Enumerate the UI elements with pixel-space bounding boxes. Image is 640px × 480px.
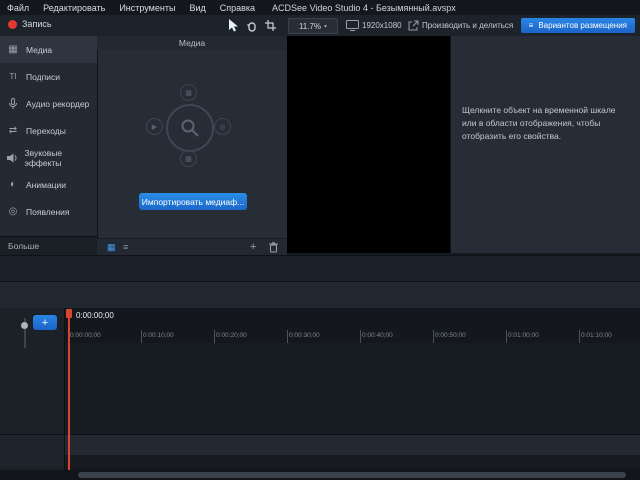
list-view-icon[interactable]: ≡ <box>123 242 128 252</box>
zoom-level-dropdown[interactable]: 11.7% ▾ <box>288 18 338 34</box>
playback-bar: ◀ ◁ ▶ ▷ ↻ 00:00/00:00 <box>0 255 640 281</box>
sidebar-item-audio-recorder[interactable]: Аудио рекордер <box>0 90 97 117</box>
menu-tools[interactable]: Инструменты <box>112 3 182 13</box>
import-media-button[interactable]: Импортировать медиаф... <box>139 193 247 210</box>
sidebar-item-label: Подписи <box>26 72 60 82</box>
track-1-lane[interactable] <box>65 434 640 467</box>
add-media-icon[interactable]: + <box>250 241 256 253</box>
crop-tool-icon[interactable] <box>265 20 276 31</box>
layout-label: Вариантов размещения <box>538 21 627 30</box>
menu-file[interactable]: Файл <box>0 3 36 13</box>
more-label: Больше <box>8 241 39 251</box>
sidebar-item-media[interactable]: ▦ Медиа <box>0 36 97 63</box>
sidebar-item-label: Аудио рекордер <box>26 99 89 109</box>
add-track-button[interactable]: + <box>33 315 57 330</box>
window-title: ACDSee Video Studio 4 - Безымянный.avspx <box>272 3 456 13</box>
monitor-icon <box>346 20 359 31</box>
chevron-down-icon: ▾ <box>324 23 327 30</box>
sidebar-more-button[interactable]: Больше <box>0 236 97 255</box>
select-tool-icon[interactable] <box>228 19 239 32</box>
magnifier-icon <box>180 118 200 138</box>
produce-share-button[interactable]: Производить и делиться <box>422 21 513 30</box>
sidebar-item-label: Медиа <box>26 45 52 55</box>
speaker-icon <box>0 153 25 163</box>
sidebar-item-transitions[interactable]: ⇄ Переходы <box>0 117 97 144</box>
video-preview[interactable] <box>287 36 450 253</box>
ruler-label: 0:00:00;00 <box>70 332 101 339</box>
properties-hint: Щелкните объект на временной шкале или в… <box>462 104 630 144</box>
media-sat-top-icon: ▦ <box>180 84 197 101</box>
ruler-label: 0:00:30;00 <box>289 332 320 339</box>
track-1-header[interactable]: Дорожка 1 <box>0 434 65 466</box>
resolution-value[interactable]: 1920x1080 <box>362 21 402 30</box>
sidebar-item-label: Звуковые эффекты <box>25 148 97 168</box>
captions-icon: TI <box>0 72 26 81</box>
app-window: Файл Редактировать Инструменты Вид Справ… <box>0 0 640 480</box>
properties-panel <box>450 36 640 253</box>
main-toolbar: Запись 11.7% ▾ 1920x1080 Производить и д… <box>0 15 640 37</box>
ruler-label: 0:00:50;00 <box>435 332 466 339</box>
playhead-line[interactable] <box>68 309 70 470</box>
media-icon: ▦ <box>0 44 26 55</box>
edit-toolbar: ↶ ↷ ][ ✂ [ ] ♥ ⇤ ⇥ <box>0 281 640 308</box>
playhead-handle[interactable] <box>66 309 72 318</box>
sidebar-item-captions[interactable]: TI Подписи <box>0 63 97 90</box>
track-1-audio-sublane[interactable] <box>65 455 640 467</box>
zoom-level-value: 11.7% <box>299 22 321 31</box>
layout-options-button[interactable]: ≡ Вариантов размещения <box>521 18 635 33</box>
transitions-icon: ⇄ <box>0 125 26 136</box>
menu-bar: Файл Редактировать Инструменты Вид Справ… <box>0 0 640 15</box>
timeline-empty-rows[interactable] <box>65 343 640 434</box>
sidebar-item-label: Переходы <box>26 126 66 136</box>
sidebar-item-label: Появления <box>26 207 70 217</box>
sidebar-item-label: Анимации <box>26 180 66 190</box>
layout-icon: ≡ <box>529 21 534 30</box>
record-label: Запись <box>22 19 52 29</box>
ruler-label: 0:00:10;00 <box>143 332 174 339</box>
media-sat-right-icon: ◎ <box>214 118 231 135</box>
appearances-icon: ◎ <box>0 206 26 217</box>
media-panel-footer: ▦ ≡ + <box>97 238 287 256</box>
media-placeholder-circle <box>166 104 214 152</box>
sidebar-item-animations[interactable]: ◐ Анимации <box>0 171 97 198</box>
scrollbar-thumb[interactable] <box>78 472 626 478</box>
sidebar-item-sound-effects[interactable]: Звуковые эффекты <box>0 144 97 171</box>
menu-edit[interactable]: Редактировать <box>36 3 112 13</box>
share-icon <box>408 20 419 31</box>
grid-view-icon[interactable]: ▦ <box>107 242 116 253</box>
ruler-label: 0:01:10;00 <box>581 332 612 339</box>
ruler-label: 0:00:40;00 <box>362 332 393 339</box>
media-sat-bottom-icon: ▦ <box>180 150 197 167</box>
ruler-label: 0:00:20;00 <box>216 332 247 339</box>
menu-view[interactable]: Вид <box>182 3 212 13</box>
menu-help[interactable]: Справка <box>213 3 262 13</box>
microphone-icon <box>0 98 26 110</box>
ruler-label: 0:01:00;00 <box>508 332 539 339</box>
hand-tool-icon[interactable] <box>246 20 258 32</box>
record-button[interactable]: Запись <box>8 19 52 29</box>
timeline-current-time: 0:00:00;00 <box>76 311 114 320</box>
trash-icon[interactable] <box>269 242 278 253</box>
animations-icon: ◐ <box>0 179 26 190</box>
media-panel-title: Медиа <box>97 36 287 50</box>
media-sat-left-icon: ▶ <box>146 118 163 135</box>
sidebar-item-appearances[interactable]: ◎ Появления <box>0 198 97 225</box>
record-icon <box>8 20 17 29</box>
track-height-knob[interactable] <box>21 322 28 329</box>
